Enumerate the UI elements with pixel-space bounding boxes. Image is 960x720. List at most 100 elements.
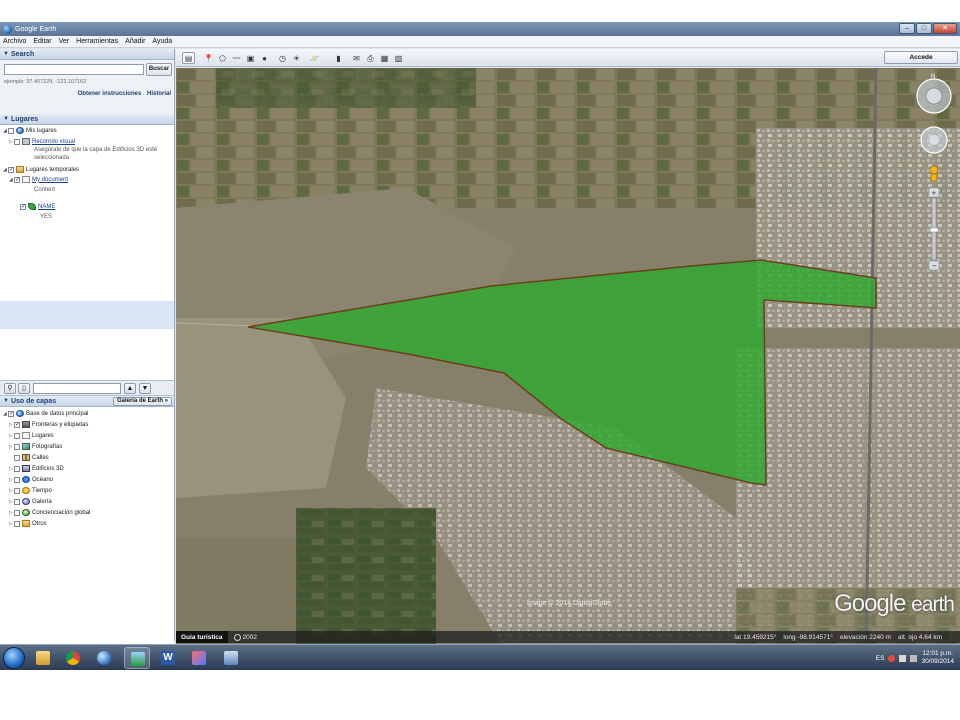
layer-checkbox[interactable] <box>14 465 20 472</box>
tree-item-temp-places[interactable]: ◢ Lugares temporales <box>3 166 79 173</box>
add-placemark-icon[interactable]: 📍 <box>202 52 215 64</box>
sidebar-toggle-icon[interactable]: ▤ <box>182 52 195 64</box>
longitude: long -98.914571° <box>783 633 833 641</box>
clock-icon <box>233 633 241 641</box>
layer-item[interactable]: ▷ Lugares <box>9 432 54 439</box>
menu-ver[interactable]: Ver <box>59 38 70 45</box>
zoom-slider-handle[interactable] <box>929 227 939 233</box>
tour-checkbox[interactable] <box>14 138 20 145</box>
my-places-checkbox[interactable] <box>8 127 14 134</box>
layer-item[interactable]: ▷ Fotografías <box>9 443 62 450</box>
temp-places-checkbox[interactable] <box>8 166 14 173</box>
layer-item[interactable]: ▷ Edificios 3D <box>9 465 64 472</box>
layer-item[interactable]: Calles <box>9 454 49 461</box>
map-toolbar: ▤ 📍 ⬠ 〰 ▣ ● ◷ ☀ 🪐 ▮ ✉ ⎙ ▦ ▧ Accede <box>176 49 960 67</box>
save-image-icon[interactable]: ▦ <box>378 52 391 64</box>
network-icon[interactable] <box>899 654 907 662</box>
add-overlay-icon[interactable]: ▣ <box>244 52 257 64</box>
layer-item[interactable]: ▷ Océano <box>9 476 53 483</box>
historical-imagery-icon[interactable]: ◷ <box>276 52 289 64</box>
windows-taskbar: W ES 12:01 p.m. 30/09/2014 <box>0 644 960 670</box>
taskbar-google-earth-active[interactable] <box>124 647 150 669</box>
my-document-checkbox[interactable] <box>14 176 20 183</box>
move-up-button[interactable]: ▲ <box>124 383 136 394</box>
menu-archivo[interactable]: Archivo <box>3 38 26 45</box>
view-in-maps-icon[interactable]: ▧ <box>392 52 405 64</box>
layer-checkbox[interactable] <box>14 454 20 461</box>
layer-checkbox[interactable] <box>8 410 14 417</box>
email-icon[interactable]: ✉ <box>350 52 363 64</box>
menu-herramientas[interactable]: Herramientas <box>76 38 118 45</box>
layer-item[interactable]: ▷ Tiempo <box>9 487 52 494</box>
layer-checkbox[interactable] <box>14 509 20 516</box>
tree-item-name-polygon[interactable]: NAME <box>20 203 55 210</box>
move-down-button[interactable]: ▼ <box>139 383 151 394</box>
toggle-panel-button[interactable]: ▯ <box>18 383 30 394</box>
taskbar-google-earth[interactable] <box>91 647 117 669</box>
layer-checkbox[interactable] <box>14 443 20 450</box>
tree-item-my-places[interactable]: ◢ Mis lugares <box>3 127 57 134</box>
menu-editar[interactable]: Editar <box>33 38 51 45</box>
history-link[interactable]: Historial <box>147 91 171 97</box>
search-panel-header[interactable]: ▼ Search <box>0 49 174 60</box>
tour-guide-button[interactable]: Guía turística <box>176 631 228 643</box>
search-places-button[interactable]: ⚲ <box>4 383 16 394</box>
print-icon[interactable]: ⎙ <box>364 52 377 64</box>
search-button[interactable]: Buscar <box>146 63 172 76</box>
map-view[interactable]: N + − Image © 2014 DigitalGlobe Google e… <box>176 68 960 653</box>
tree-item-tour[interactable]: ▷ Recorrido visual <box>9 138 75 145</box>
layers-panel-header[interactable]: ▼ Uso de capas Galería de Earth » <box>0 396 174 407</box>
layer-checkbox[interactable] <box>14 498 20 505</box>
historical-imagery-year[interactable]: 2002 <box>233 633 257 641</box>
earth-window-icon <box>131 652 145 666</box>
layer-item[interactable]: ▷ Fronteras y etiquetas <box>9 421 88 428</box>
flag-icon[interactable] <box>888 654 896 662</box>
switch-planet-icon[interactable]: 🪐 <box>308 52 321 64</box>
layer-checkbox[interactable] <box>14 432 20 439</box>
taskbar-window[interactable] <box>218 647 244 669</box>
ruler-icon[interactable]: ▮ <box>332 52 345 64</box>
layer-checkbox[interactable] <box>14 476 20 483</box>
name-polygon-link[interactable]: NAME <box>38 204 55 210</box>
layer-item[interactable]: ◢ Base de datos principal <box>3 410 88 417</box>
taskbar-chrome[interactable] <box>60 647 86 669</box>
layer-checkbox[interactable] <box>14 487 20 494</box>
layers-panel-title: Uso de capas <box>10 397 57 405</box>
record-tour-icon[interactable]: ● <box>258 52 271 64</box>
layer-label: Océano <box>32 476 54 483</box>
menu-anadir[interactable]: Añadir <box>125 38 145 45</box>
taskbar-word[interactable]: W <box>155 647 181 669</box>
layer-item[interactable]: ▷ Otros <box>9 520 47 527</box>
volume-icon[interactable] <box>910 654 918 662</box>
latitude: lat 19.459215° <box>734 633 777 641</box>
sunlight-icon[interactable]: ☀ <box>290 52 303 64</box>
language-indicator[interactable]: ES <box>876 655 885 662</box>
earth-gallery-button[interactable]: Galería de Earth » <box>112 397 172 406</box>
add-path-icon[interactable]: 〰 <box>230 52 243 64</box>
taskbar-explorer[interactable] <box>30 647 56 669</box>
layer-checkbox[interactable] <box>14 520 20 527</box>
minimize-button[interactable]: – <box>899 23 915 34</box>
my-document-link[interactable]: My document <box>32 177 68 183</box>
layer-item[interactable]: ▷ Galería <box>9 498 52 505</box>
layer-checkbox[interactable] <box>14 421 20 428</box>
add-polygon-icon[interactable]: ⬠ <box>216 52 229 64</box>
search-input[interactable] <box>4 64 144 75</box>
maximize-button[interactable]: □ <box>916 23 932 34</box>
login-button[interactable]: Accede <box>884 51 958 64</box>
svg-text:+: + <box>932 189 937 198</box>
street-view-pegman-icon[interactable] <box>929 165 939 175</box>
tree-item-my-document[interactable]: ◢ My document <box>9 176 68 183</box>
clock[interactable]: 12:01 p.m. 30/09/2014 <box>921 650 954 666</box>
layer-item[interactable]: ▷ Concienciación global <box>9 509 90 516</box>
tour-link[interactable]: Recorrido visual <box>32 139 75 145</box>
places-filter-input[interactable] <box>33 383 121 394</box>
menu-ayuda[interactable]: Ayuda <box>152 38 172 45</box>
name-polygon-checkbox[interactable] <box>20 203 26 210</box>
places-panel-header[interactable]: ▼ Lugares <box>0 114 174 125</box>
close-button[interactable]: ✕ <box>933 23 957 34</box>
google-earth-app-icon <box>3 24 12 34</box>
start-button[interactable] <box>3 647 25 669</box>
directions-link[interactable]: Obtener instrucciones <box>78 91 142 97</box>
taskbar-paint[interactable] <box>186 647 212 669</box>
